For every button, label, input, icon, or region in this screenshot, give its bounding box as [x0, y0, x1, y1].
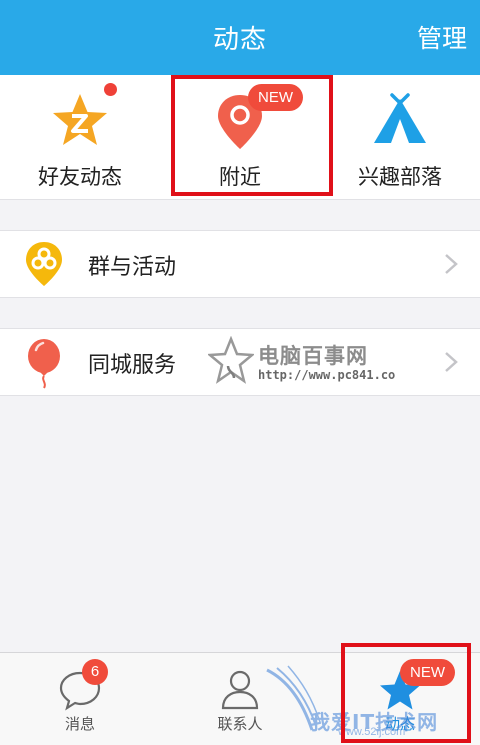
- watermark-url: http://www.pc841.co: [258, 368, 396, 382]
- page-title: 动态: [212, 25, 267, 55]
- feature-nearby[interactable]: NEW 附近: [160, 75, 320, 199]
- list-item-label: 同城服务: [88, 353, 177, 378]
- list-item-groups-activities[interactable]: 群与活动: [0, 230, 480, 298]
- watermark-star-icon: [208, 336, 254, 384]
- new-badge: NEW: [400, 659, 455, 686]
- feature-label: 附近: [219, 165, 261, 189]
- feature-label: 好友动态: [38, 165, 122, 189]
- tab-label: 联系人: [217, 715, 263, 733]
- unread-count-badge: 6: [82, 659, 108, 685]
- feature-label: 兴趣部落: [358, 165, 442, 189]
- title-bar: 动态 管理: [0, 0, 480, 75]
- tab-label: 消息: [64, 715, 95, 733]
- tab-messages[interactable]: 6 消息: [0, 653, 160, 745]
- tab-contacts[interactable]: 联系人: [160, 653, 320, 745]
- balloon-icon: [22, 338, 66, 389]
- group-pin-icon: [22, 240, 66, 288]
- chevron-right-icon: [444, 351, 458, 373]
- feature-friends-feed[interactable]: 好友动态: [0, 75, 160, 199]
- star-icon: [50, 91, 110, 151]
- feature-row: 好友动态 NEW 附近 兴趣部落: [0, 75, 480, 200]
- bottom-tab-bar: 6 消息 联系人 NEW 动态: [0, 652, 480, 745]
- chevron-right-icon: [444, 253, 458, 275]
- manage-button[interactable]: 管理: [417, 19, 467, 55]
- watermark-title: 电脑百事网: [258, 344, 368, 368]
- new-badge: NEW: [248, 84, 303, 111]
- notification-dot: [104, 83, 117, 96]
- feature-interest-tribe[interactable]: 兴趣部落: [320, 75, 480, 199]
- watermark-pc841: 电脑百事网 http://www.pc841.co: [208, 336, 438, 392]
- tab-label: 动态: [384, 715, 415, 733]
- tab-feed[interactable]: NEW 动态: [320, 653, 480, 745]
- contacts-icon: [218, 667, 262, 711]
- list-item-label: 群与活动: [88, 255, 177, 280]
- tent-icon: [370, 91, 430, 151]
